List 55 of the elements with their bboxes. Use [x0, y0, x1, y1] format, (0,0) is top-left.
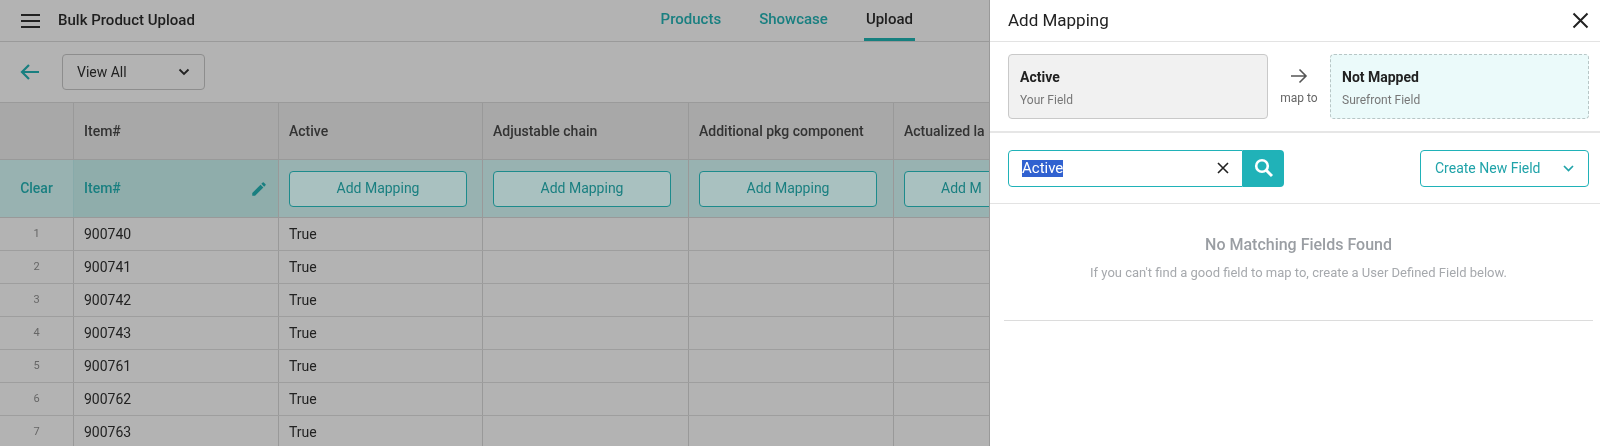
table-cell-text: True	[289, 422, 317, 442]
add-mapping-button[interactable]: Add Mapping	[289, 170, 467, 207]
field-name: Active	[1020, 68, 1061, 87]
view-dropdown[interactable]: View All	[62, 54, 205, 90]
field-name: Not Mapped	[1342, 68, 1420, 87]
column-header: Actualized la	[904, 121, 985, 141]
menu-icon[interactable]	[21, 13, 40, 28]
column-header: Additional pkg component	[699, 121, 864, 141]
search-field[interactable]: Active	[1008, 149, 1243, 187]
chevron-down-icon	[1563, 164, 1574, 172]
table-cell-text: 900742	[84, 290, 132, 310]
panel-title: Add Mapping	[1008, 8, 1109, 32]
chevron-down-icon	[178, 68, 190, 76]
clear-icon[interactable]	[1217, 162, 1229, 174]
table-cell-text: True	[289, 389, 317, 409]
add-mapping-button[interactable]: Add M	[904, 170, 989, 207]
row-number: 7	[33, 423, 40, 440]
nav-tab[interactable]: Products	[658, 0, 724, 41]
app-title: Bulk Product Upload	[58, 10, 195, 32]
column-header: Item#	[84, 121, 121, 141]
table-cell-text: 900743	[84, 323, 132, 343]
search-button[interactable]	[1243, 149, 1284, 187]
connector-label: map to	[1280, 90, 1318, 107]
add-mapping-button[interactable]: Add Mapping	[699, 170, 877, 207]
clear-link[interactable]: Clear	[20, 178, 53, 199]
field-caption: Surefront Field	[1342, 92, 1422, 109]
nav-tab[interactable]: Showcase	[757, 0, 830, 41]
row-number: 1	[33, 225, 40, 242]
table-cell-text: True	[289, 356, 317, 376]
row-number: 4	[33, 324, 40, 341]
empty-message: If you can't find a good field to map to, create a User Defined Field below.	[1090, 264, 1507, 282]
table-cell-text: 900763	[84, 422, 132, 442]
column-header: Adjustable chain	[493, 121, 598, 141]
column-header: Active	[289, 121, 329, 141]
search-icon	[1253, 158, 1274, 178]
table-cell-text: 900761	[84, 356, 132, 376]
table-cell-text: True	[289, 323, 317, 343]
empty-title: No Matching Fields Found	[1205, 234, 1392, 256]
create-field-button[interactable]: Create New Field	[1420, 149, 1589, 187]
table-cell-text: 900741	[84, 257, 132, 277]
field-caption: Your Field	[1020, 92, 1074, 109]
row-number: 2	[33, 258, 40, 275]
row-number: 5	[33, 357, 40, 374]
add-mapping-button[interactable]: Add Mapping	[493, 170, 671, 207]
row-number: 3	[33, 291, 40, 308]
table-cell-text: 900762	[84, 389, 132, 409]
table-cell-text: True	[289, 290, 317, 310]
table-cell-text: True	[289, 224, 317, 244]
row-number: 6	[33, 390, 40, 407]
table-cell-text: 900740	[84, 224, 132, 244]
arrow-right-icon	[1290, 68, 1308, 84]
close-icon[interactable]	[1572, 12, 1589, 29]
nav-tab[interactable]: Upload	[863, 0, 915, 41]
table-cell-text: True	[289, 257, 317, 277]
mapped-field: Item#	[84, 178, 121, 199]
